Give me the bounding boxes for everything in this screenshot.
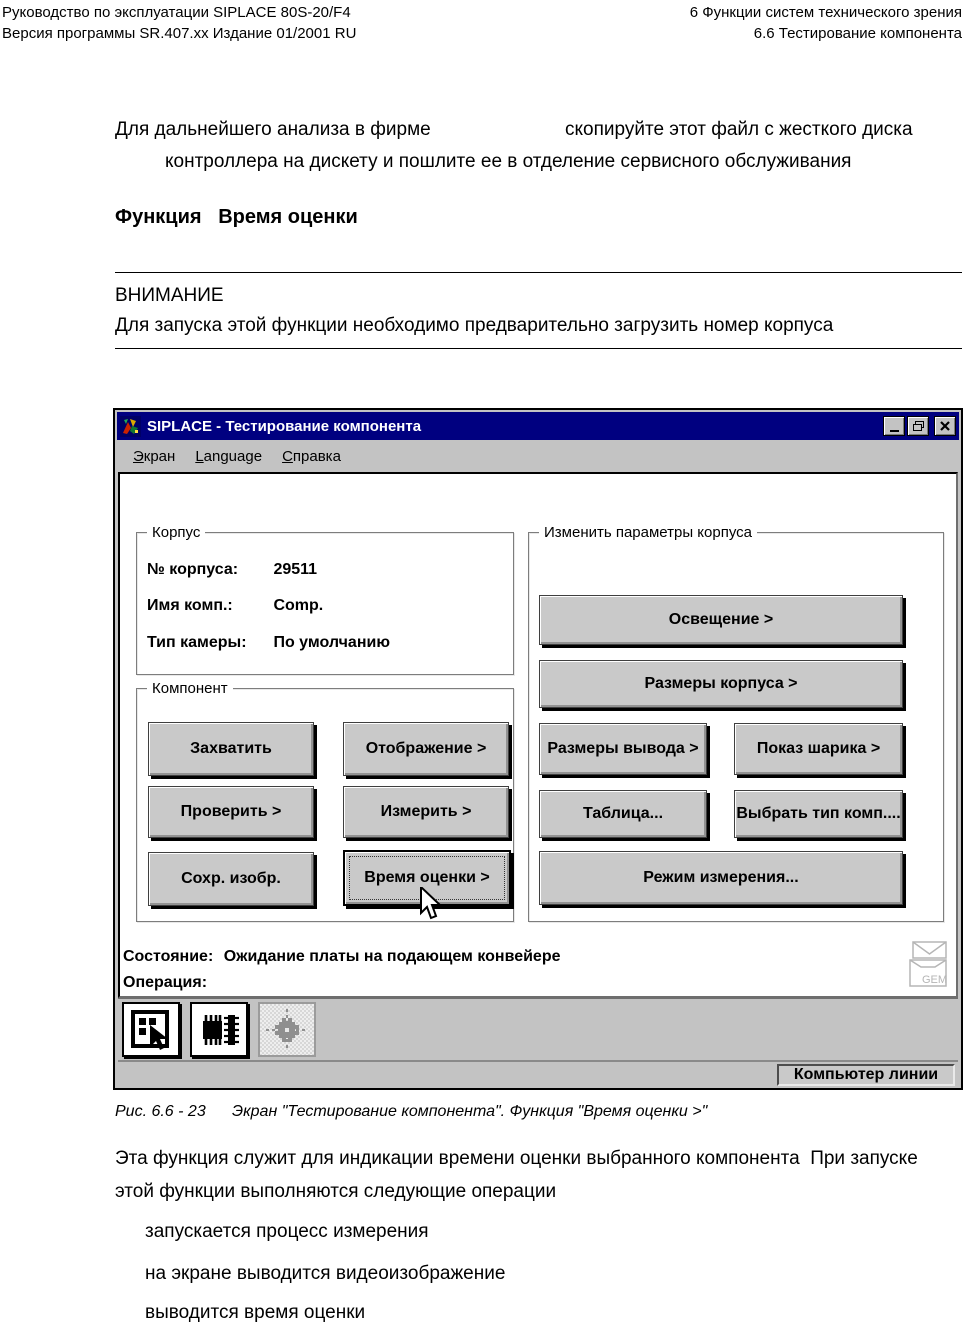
lead-dimensions-button[interactable]: Размеры вывода > bbox=[539, 723, 707, 775]
capture-button[interactable]: Захватить bbox=[148, 722, 314, 776]
component-name-value: Comp. bbox=[273, 597, 324, 614]
status-bar: Компьютер линии bbox=[118, 1060, 958, 1087]
list-item: на экране выводится видеоизображение bbox=[145, 1263, 506, 1284]
close-icon bbox=[940, 421, 950, 431]
page-header-right: 6 Функции систем технического зрения 6.6… bbox=[690, 2, 962, 44]
state-value: Ожидание платы на подающем конвейере bbox=[223, 948, 561, 965]
restore-icon bbox=[912, 421, 924, 431]
measure-position-button bbox=[258, 1002, 316, 1057]
section-heading: Функция Время оценки bbox=[115, 206, 358, 228]
app-icon bbox=[120, 415, 141, 437]
gem-envelope-icon: GEM bbox=[909, 941, 947, 987]
client-area: Корпус № корпуса: 29511 Имя комп.: Comp.… bbox=[118, 472, 958, 998]
measure-button[interactable]: Измерить > bbox=[343, 786, 509, 838]
component-group-label: Компонент bbox=[147, 680, 233, 697]
toolbar bbox=[118, 998, 958, 1060]
page-header-left: Руководство по эксплуатации SIPLACE 80S-… bbox=[2, 2, 356, 44]
korpus-dimensions-button[interactable]: Размеры корпуса > bbox=[539, 660, 903, 708]
state-label: Состояние: bbox=[123, 948, 214, 965]
header-version: Версия программы SR.407.xx Издание 01/20… bbox=[2, 25, 357, 42]
ball-display-button[interactable]: Показ шарика > bbox=[734, 723, 903, 775]
warning-title: ВНИМАНИЕ bbox=[115, 285, 224, 306]
header-chapter: 6 Функции систем технического зрения bbox=[689, 4, 962, 21]
menu-ekran[interactable]: Экран bbox=[123, 446, 185, 467]
display-button[interactable]: Отображение > bbox=[343, 722, 509, 776]
component-name-label: Имя комп.: bbox=[147, 597, 233, 614]
camera-type-label: Тип камеры: bbox=[147, 634, 247, 651]
window-title: SIPLACE - Тестирование компонента bbox=[147, 417, 422, 435]
menu-spravka[interactable]: Справка bbox=[272, 446, 351, 467]
list-item: выводится время оценки bbox=[145, 1302, 366, 1323]
lighting-button[interactable]: Освещение > bbox=[539, 595, 903, 645]
manual-page: Руководство по эксплуатации SIPLACE 80S-… bbox=[0, 0, 964, 1326]
operation-line: Операция: bbox=[123, 974, 207, 992]
warning-rule-bottom bbox=[115, 348, 962, 349]
menu-language[interactable]: Language bbox=[185, 446, 272, 467]
minimize-icon bbox=[889, 429, 899, 432]
korpus-groupbox: Корпус № корпуса: 29511 Имя комп.: Comp.… bbox=[136, 524, 514, 675]
korpus-number-value: 29511 bbox=[273, 561, 318, 578]
check-button[interactable]: Проверить > bbox=[148, 786, 314, 838]
table-button[interactable]: Таблица... bbox=[539, 790, 707, 838]
warning-text: Для запуска этой функции необходимо пред… bbox=[115, 315, 834, 336]
components-button[interactable] bbox=[190, 1002, 248, 1057]
save-image-button[interactable]: Сохр. изобр. bbox=[148, 852, 314, 906]
components-icon bbox=[203, 1014, 239, 1045]
intro-line2: контроллера на дискету и пошлите ее в от… bbox=[165, 151, 852, 172]
title-bar[interactable]: SIPLACE - Тестирование компонента bbox=[117, 412, 959, 440]
korpus-number-label: № корпуса: bbox=[147, 561, 239, 578]
list-item: запускается процесс измерения bbox=[145, 1221, 429, 1242]
menu-bar: Экран Language Справка bbox=[117, 440, 959, 472]
intro-line1-right: скопируйте этот файл с жесткого диска bbox=[565, 119, 913, 140]
minimize-button[interactable] bbox=[883, 416, 905, 436]
select-comp-type-button[interactable]: Выбрать тип комп.... bbox=[734, 790, 903, 838]
header-title: Руководство по эксплуатации SIPLACE 80S-… bbox=[2, 4, 351, 21]
intro-line1-left: Для дальнейшего анализа в фирме bbox=[115, 119, 431, 140]
select-component-icon bbox=[131, 1009, 169, 1050]
korpus-number-row: № корпуса: 29511 bbox=[147, 561, 317, 579]
params-group-label: Изменить параметры корпуса bbox=[539, 524, 758, 541]
component-groupbox: Компонент Захватить Отображение > Провер… bbox=[136, 680, 514, 922]
camera-type-row: Тип камеры: По умолчанию bbox=[147, 634, 390, 652]
korpus-group-label: Корпус bbox=[147, 524, 206, 541]
warning-rule-top bbox=[115, 272, 962, 273]
close-button[interactable] bbox=[934, 416, 956, 436]
select-component-button[interactable] bbox=[122, 1002, 180, 1057]
measure-position-icon bbox=[266, 1008, 308, 1051]
figure-caption-text: Экран "Тестирование компонента". Функция… bbox=[232, 1103, 708, 1120]
component-name-row: Имя комп.: Comp. bbox=[147, 597, 323, 615]
figure-caption-label: Рис. 6.6 - 23 bbox=[115, 1103, 206, 1120]
body-paragraph-line2: этой функции выполняются следующие опера… bbox=[115, 1181, 557, 1202]
state-line: Состояние: Ожидание платы на подающем ко… bbox=[123, 948, 561, 966]
measure-mode-button[interactable]: Режим измерения... bbox=[539, 851, 903, 905]
camera-type-value: По умолчанию bbox=[273, 634, 390, 651]
params-groupbox: Изменить параметры корпуса Освещение > Р… bbox=[528, 524, 944, 922]
header-section: 6.6 Тестирование компонента bbox=[753, 25, 962, 42]
restore-button[interactable] bbox=[907, 416, 929, 436]
operation-label: Операция: bbox=[123, 974, 208, 991]
body-paragraph-line1: Эта функция служит для индикации времени… bbox=[115, 1148, 918, 1169]
line-computer-panel: Компьютер линии bbox=[777, 1064, 955, 1086]
svg-text:GEM: GEM bbox=[922, 974, 947, 986]
mouse-cursor-icon bbox=[420, 887, 443, 920]
siplace-dialog-window: SIPLACE - Тестирование компонента Экран … bbox=[113, 408, 963, 1090]
